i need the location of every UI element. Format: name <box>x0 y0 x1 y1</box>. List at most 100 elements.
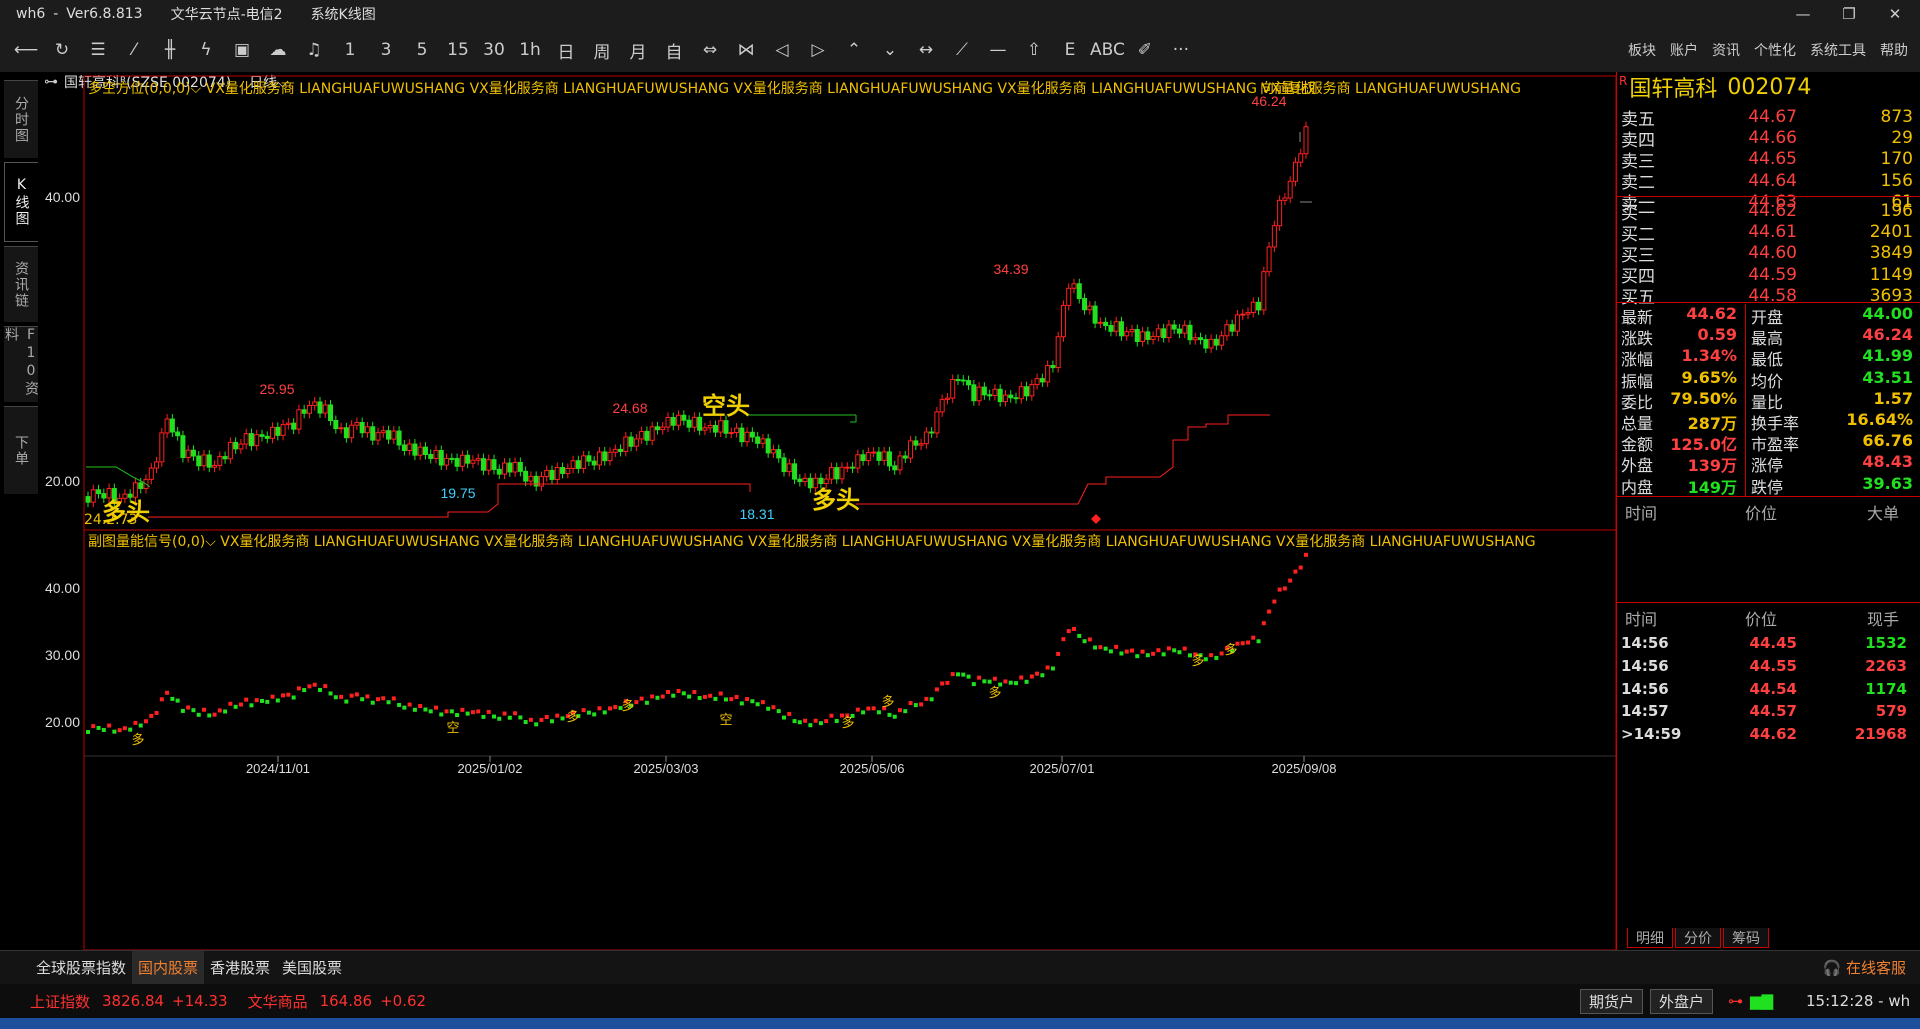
nav-tab[interactable]: 下单 <box>4 406 38 494</box>
back-icon[interactable]: ⟵ <box>8 28 44 72</box>
candle-body <box>744 431 750 443</box>
text-icon[interactable]: ABC <box>1088 28 1127 72</box>
up-icon[interactable]: ⌃ <box>836 28 872 72</box>
market-tab[interactable]: 国内股票 <box>132 950 205 985</box>
nav-tab[interactable]: F10资料 <box>3 326 39 402</box>
menu-item[interactable]: 个性化 <box>1754 40 1796 60</box>
chart-area[interactable]: ⊶ 国轩高科ᴿ(SZSE 002074) 日线⌵ 40.00 20.00 40.00… <box>38 72 1616 950</box>
period-week[interactable]: 周 <box>584 28 620 72</box>
sub-signal-mark <box>1072 626 1076 631</box>
refresh-icon[interactable]: ↻ <box>44 28 80 72</box>
candle-body <box>148 467 154 480</box>
index1-change: +14.33 <box>172 992 228 1010</box>
hline-icon[interactable]: — <box>980 28 1016 72</box>
draw-line-icon[interactable]: ⟋ <box>944 28 980 72</box>
period-5m[interactable]: 5 <box>404 28 440 72</box>
sub-signal-mark <box>1267 609 1272 614</box>
candle-body <box>1013 397 1019 400</box>
arrow-up-icon[interactable]: ⇧ <box>1016 28 1052 72</box>
fib-icon[interactable]: E <box>1052 28 1088 72</box>
stat-value: 41.99 <box>1862 346 1913 366</box>
candle-body <box>728 432 734 435</box>
candle-body <box>196 455 202 467</box>
down-icon[interactable]: ⌄ <box>872 28 908 72</box>
sub-signal-mark <box>866 706 871 711</box>
list-icon[interactable]: ☰ <box>80 28 116 72</box>
sub-signal-mark <box>818 721 823 726</box>
line-chart-icon[interactable]: ⁄ <box>116 28 152 72</box>
menu-item[interactable]: 板块 <box>1628 40 1656 60</box>
period-day[interactable]: 日 <box>548 28 584 72</box>
tick-icon[interactable]: ϟ <box>188 28 224 72</box>
candle-body <box>328 404 334 422</box>
market-tab[interactable]: 美国股票 <box>276 951 348 985</box>
candle-body <box>607 451 613 462</box>
sub-signal-mark <box>434 705 438 710</box>
candle-body <box>338 427 344 430</box>
foreign-account-button[interactable]: 外盘户 <box>1650 989 1714 1014</box>
sub-signal-mark <box>376 697 380 702</box>
quote-tab[interactable]: 明细 <box>1627 928 1673 948</box>
nav-tab[interactable]: 分时图 <box>4 80 38 158</box>
candle-body <box>860 454 866 462</box>
menu-item[interactable]: 账户 <box>1670 40 1698 60</box>
quote-tab[interactable]: 筹码 <box>1723 928 1769 948</box>
candle-icon[interactable]: ╫ <box>152 28 188 72</box>
menu-item[interactable]: 资讯 <box>1712 40 1740 60</box>
eraser-icon[interactable]: ✐ <box>1127 28 1163 72</box>
online-service[interactable]: 🎧 在线客服 <box>1823 957 1906 978</box>
quote-tab[interactable]: 分价 <box>1675 928 1721 948</box>
period-1m[interactable]: 1 <box>332 28 368 72</box>
period-30m[interactable]: 30 <box>476 28 512 72</box>
market-tab[interactable]: 香港股票 <box>204 951 276 985</box>
crosshair-icon[interactable]: ↔ <box>908 28 944 72</box>
sub-signal-mark <box>602 710 607 715</box>
candle-body <box>1245 312 1251 315</box>
next-icon[interactable]: ▷ <box>800 28 836 72</box>
sub-signal-mark <box>782 715 786 720</box>
sub-signal-mark <box>945 680 950 685</box>
sub-indicator-label[interactable]: 副图量能信号(0,0)⌵ VX量化服务商 LIANGHUAFUWUSHANG V… <box>88 531 1536 551</box>
candle-body <box>465 454 471 464</box>
sub-signal-mark <box>497 716 502 721</box>
period-3m[interactable]: 3 <box>368 28 404 72</box>
stat-value: 44.62 <box>1686 304 1737 323</box>
minimize-button[interactable]: — <box>1780 0 1826 28</box>
candle-body <box>639 430 645 440</box>
screen-icon[interactable]: ▣ <box>224 28 260 72</box>
nav-tab[interactable]: 资讯链 <box>4 246 38 322</box>
candle-body <box>976 386 982 402</box>
stat-item: 最低 41.99 <box>1751 346 1913 369</box>
cloud-icon[interactable]: ☁ <box>260 28 296 72</box>
zoom-in-icon[interactable]: ⇔ <box>692 28 728 72</box>
quote-code: 002074 <box>1727 74 1812 100</box>
sub-signal-mark <box>159 697 164 702</box>
period-month[interactable]: 月 <box>620 28 656 72</box>
nav-tab[interactable]: K线图 <box>4 162 38 242</box>
period-1h[interactable]: 1h <box>512 28 548 72</box>
prev-icon[interactable]: ◁ <box>764 28 800 72</box>
close-button[interactable]: ✕ <box>1872 0 1918 28</box>
sub-signal-mark <box>507 715 512 720</box>
sub-signal-mark <box>470 710 475 715</box>
period-15m[interactable]: 15 <box>440 28 476 72</box>
candle-body <box>264 435 270 439</box>
candle-body <box>628 436 634 447</box>
more-icon[interactable]: ··· <box>1163 28 1199 72</box>
bell-icon[interactable]: ♫ <box>296 28 332 72</box>
sub-signal-mark <box>1124 649 1129 654</box>
futures-account-button[interactable]: 期货户 <box>1580 989 1644 1014</box>
period-custom[interactable]: 自 <box>656 28 692 72</box>
market-tab[interactable]: 全球股票指数 <box>30 951 132 985</box>
menu-item[interactable]: 帮助 <box>1880 40 1908 60</box>
sub-signal-mark <box>597 706 602 711</box>
zoom-out-icon[interactable]: ⋈ <box>728 28 764 72</box>
sub-signal-mark <box>217 708 222 713</box>
quote-panel: R 国轩高科 002074 卖五 44.67 873 卖四 44.66 29 卖三 44.65… <box>1616 72 1920 950</box>
menu-item[interactable]: 系统工具 <box>1810 40 1866 60</box>
candle-body <box>739 427 745 443</box>
maximize-button[interactable]: ❐ <box>1826 0 1872 28</box>
candle-body <box>581 455 587 469</box>
sub-signal-mark <box>760 700 765 705</box>
adjust-mode[interactable]: 向前复权 <box>1260 78 1316 98</box>
